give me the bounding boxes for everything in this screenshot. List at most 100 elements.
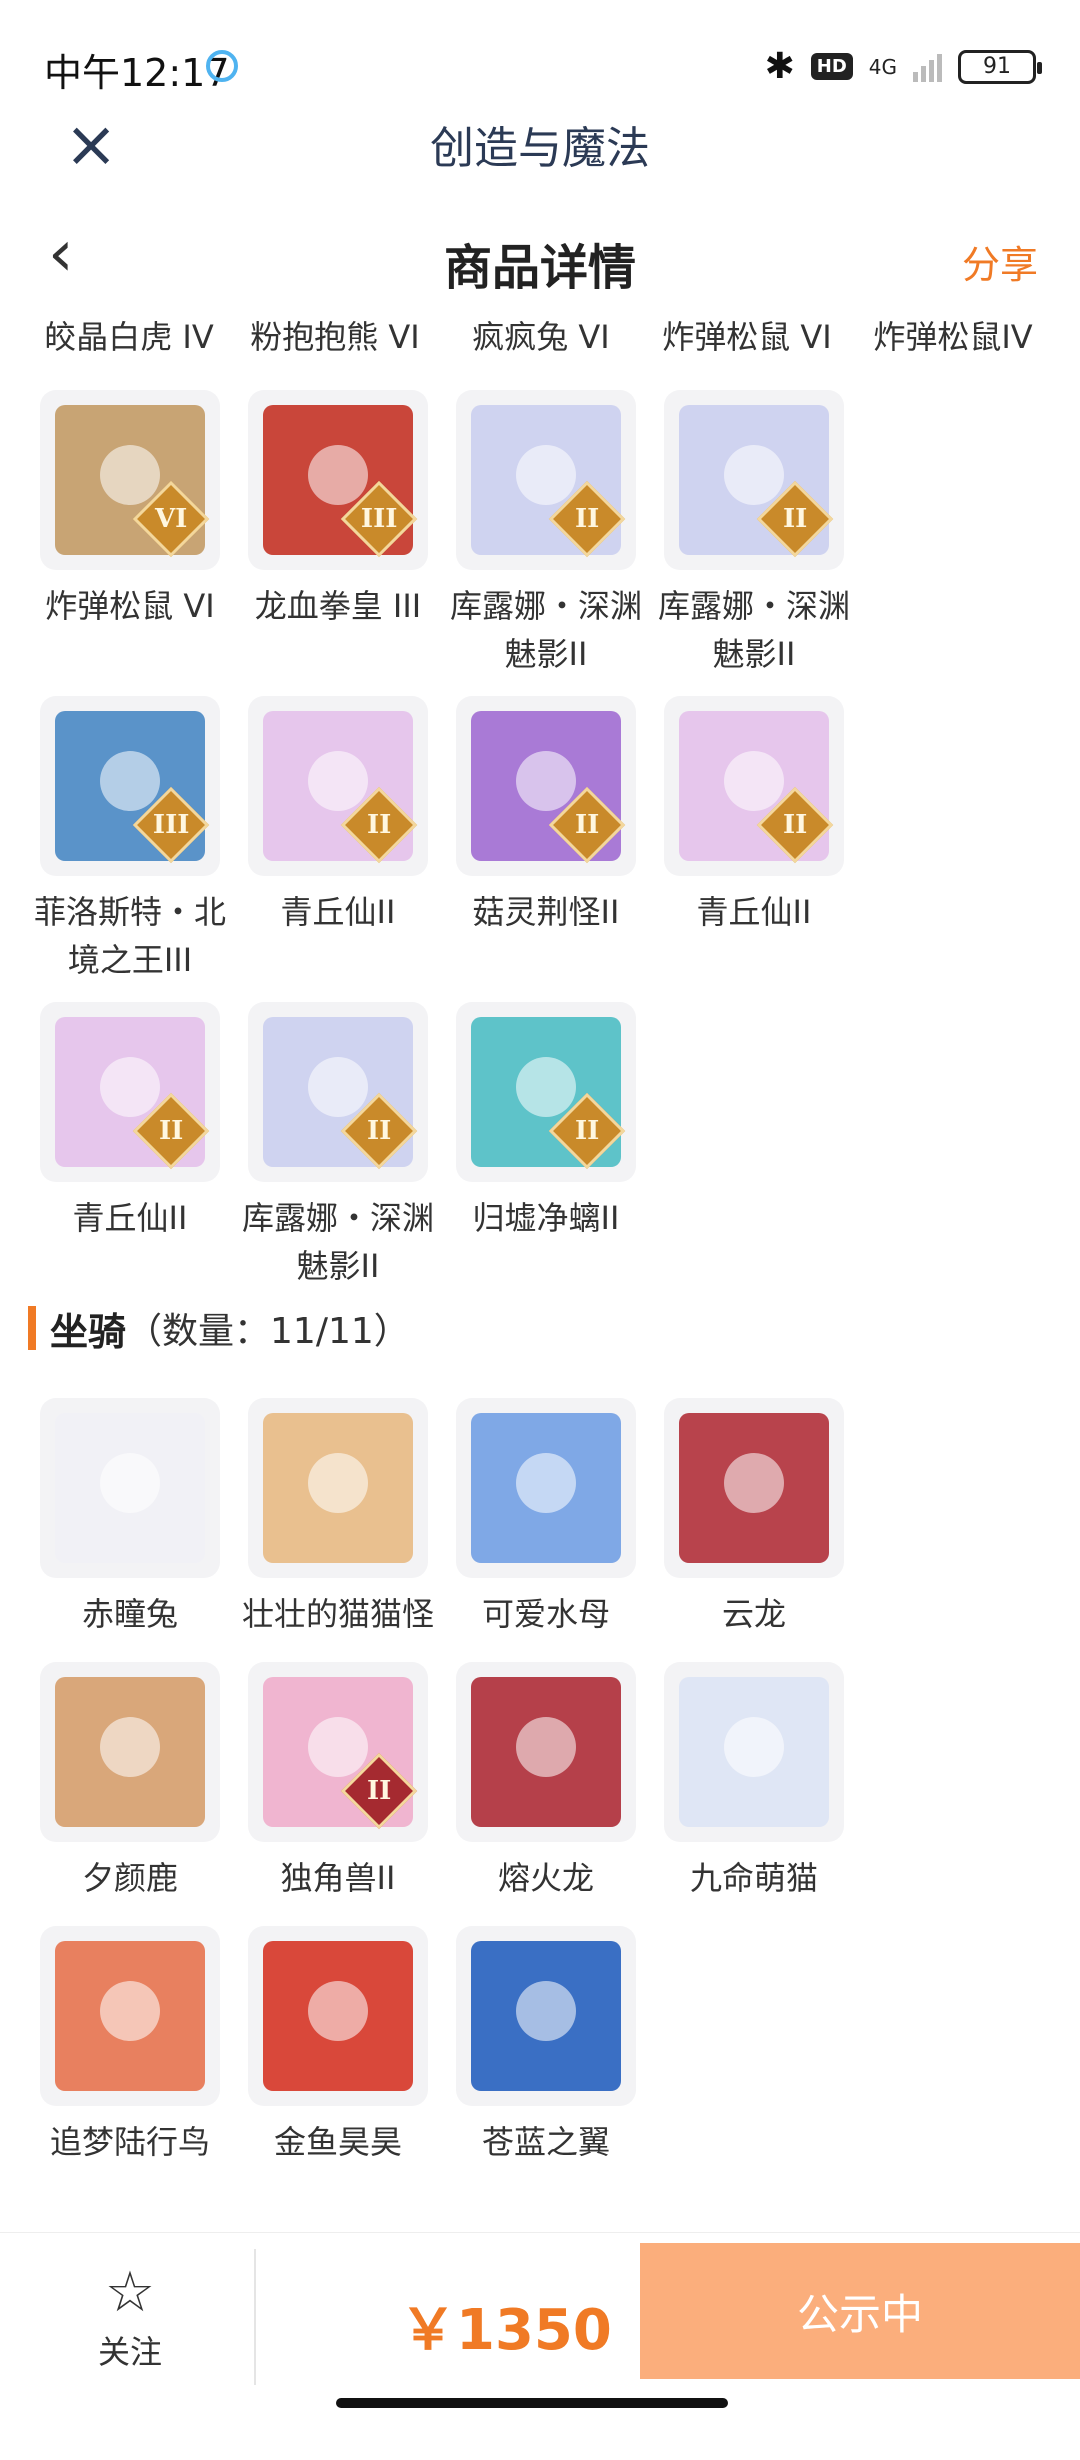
item-thumbnail: [40, 1398, 220, 1578]
character-face: [308, 1717, 368, 1777]
item-thumbnail: [456, 1398, 636, 1578]
item-thumbnail: II: [664, 390, 844, 570]
pet-name: 皎晶白虎 IV: [44, 318, 214, 356]
character-face: [100, 751, 160, 811]
character-face: [308, 445, 368, 505]
mounts-section-header: 坐骑 （数量：11/11）: [28, 1300, 410, 1356]
item-thumbnail: II: [40, 1002, 220, 1182]
footer-bar: ☆ 关注 ￥1350 公示中: [0, 2232, 1080, 2460]
mount-item[interactable]: 熔火龙: [442, 1662, 650, 1906]
mount-item[interactable]: 壮壮的猫猫怪: [234, 1398, 442, 1638]
home-indicator[interactable]: [336, 2398, 728, 2408]
pet-item[interactable]: II 库露娜・深渊魅影II: [442, 390, 650, 678]
follow-button[interactable]: ☆ 关注: [60, 2263, 200, 2383]
item-thumbnail: II: [456, 1002, 636, 1182]
character-face: [308, 751, 368, 811]
pet-item[interactable]: II 菇灵荆怪II: [442, 696, 650, 972]
bluetooth-icon: ✱: [764, 46, 795, 87]
rank-label: II: [782, 503, 808, 534]
character-image: [55, 1677, 205, 1827]
character-image: [263, 1941, 413, 2091]
item-name: 云龙: [721, 1595, 786, 1633]
price: ￥1350: [400, 2298, 612, 2363]
pet-item[interactable]: II 归墟净螭II: [442, 1002, 650, 1320]
pet-name: 疯疯兔 VI: [472, 318, 610, 356]
character-face: [100, 1717, 160, 1777]
character-face: [724, 751, 784, 811]
item-name: 九命萌猫: [689, 1859, 818, 1897]
character-face: [516, 1057, 576, 1117]
character-face: [100, 1453, 160, 1513]
rank-label: II: [782, 809, 808, 840]
item-thumbnail: II: [248, 696, 428, 876]
rank-label: II: [366, 1115, 392, 1146]
pet-item[interactable]: II 库露娜・深渊魅影II: [650, 390, 858, 678]
item-name: 熔火龙: [497, 1859, 594, 1897]
pet-names-row: 皎晶白虎 IV 粉抱抱熊 VI 疯疯兔 VI 炸弹松鼠 VI 炸弹松鼠IV: [26, 312, 1056, 358]
mount-item[interactable]: 金鱼昊昊: [234, 1926, 442, 2166]
pet-grid: VI 炸弹松鼠 VI III 龙血拳皇 III II 库露娜・深渊魅影II II 库露娜・深渊…: [26, 390, 1056, 1320]
item-thumbnail: [456, 1926, 636, 2106]
character-face: [100, 1057, 160, 1117]
character-face: [516, 1453, 576, 1513]
character-face: [308, 1981, 368, 2041]
mount-grid: 赤瞳兔 壮壮的猫猫怪 可爱水母 云龙夕颜鹿 II 独角兽II 熔火龙 九命萌猫追梦陆行鸟 金鱼昊…: [26, 1398, 1056, 2186]
pet-item[interactable]: VI 炸弹松鼠 VI: [26, 390, 234, 678]
character-face: [308, 1453, 368, 1513]
item-thumbnail: [664, 1662, 844, 1842]
pet-item[interactable]: II 青丘仙II: [234, 696, 442, 972]
rank-label: III: [152, 810, 190, 840]
rank-label: II: [574, 503, 600, 534]
mount-item[interactable]: 九命萌猫: [650, 1662, 858, 1906]
pet-item[interactable]: III 菲洛斯特・北境之王III: [26, 696, 234, 984]
item-name: 库露娜・深渊魅影II: [449, 587, 642, 673]
mount-item[interactable]: 赤瞳兔: [26, 1398, 234, 1638]
item-name: 库露娜・深渊魅影II: [657, 587, 850, 673]
publicity-status-button[interactable]: 公示中: [640, 2243, 1080, 2379]
character-face: [516, 751, 576, 811]
item-thumbnail: III: [248, 390, 428, 570]
page-nav: ‹ 商品详情 分享: [0, 206, 1080, 306]
item-thumbnail: III: [40, 696, 220, 876]
pet-name: 炸弹松鼠IV: [873, 318, 1033, 356]
mount-item[interactable]: 苍蓝之翼: [442, 1926, 650, 2186]
item-name: 苍蓝之翼: [481, 2123, 610, 2161]
divider: [254, 2249, 256, 2385]
character-face: [724, 445, 784, 505]
status-time: 中午12:17: [44, 51, 230, 95]
status-indicators: ✱ HD 4G 91: [764, 46, 1042, 87]
item-thumbnail: VI: [40, 390, 220, 570]
item-name: 龙血拳皇 III: [254, 587, 422, 625]
item-thumbnail: II: [456, 390, 636, 570]
mount-item[interactable]: II 独角兽II: [234, 1662, 442, 1906]
hd-icon: HD: [810, 53, 853, 80]
mount-item[interactable]: 可爱水母: [442, 1398, 650, 1638]
item-name: 追梦陆行鸟: [49, 2123, 210, 2161]
share-button[interactable]: 分享: [962, 234, 1038, 289]
pet-item[interactable]: II 青丘仙II: [650, 696, 858, 972]
item-name: 菲洛斯特・北境之王III: [33, 893, 226, 979]
character-face: [516, 1717, 576, 1777]
mount-item[interactable]: 云龙: [650, 1398, 858, 1638]
app-title: 创造与魔法: [430, 123, 650, 174]
character-face: [516, 445, 576, 505]
character-image: [679, 1677, 829, 1827]
mount-item[interactable]: 追梦陆行鸟: [26, 1926, 234, 2166]
mount-item[interactable]: 夕颜鹿: [26, 1662, 234, 1902]
pet-name: 炸弹松鼠 VI: [662, 318, 832, 356]
item-name: 青丘仙II: [280, 893, 396, 931]
rank-label: II: [366, 809, 392, 840]
character-image: [55, 1941, 205, 2091]
item-name: 独角兽II: [280, 1859, 396, 1897]
item-name: 菇灵荆怪II: [472, 893, 620, 931]
status-bar: 中午12:17 ✱ HD 4G 91: [0, 0, 1080, 110]
item-thumbnail: [40, 1662, 220, 1842]
pet-item[interactable]: II 青丘仙II: [26, 1002, 234, 1290]
rank-label: III: [360, 504, 398, 534]
pet-item[interactable]: II 库露娜・深渊魅影II: [234, 1002, 442, 1290]
pet-item[interactable]: III 龙血拳皇 III: [234, 390, 442, 678]
item-name: 夕颜鹿: [81, 1859, 178, 1897]
character-face: [100, 1981, 160, 2041]
item-name: 青丘仙II: [696, 893, 812, 931]
item-thumbnail: [248, 1398, 428, 1578]
